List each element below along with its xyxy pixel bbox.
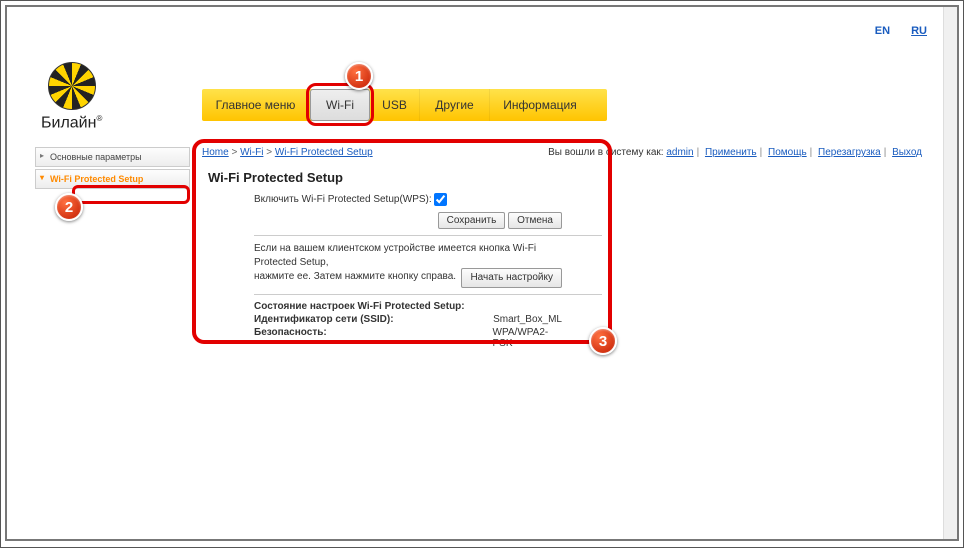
start-setup-button[interactable]: Начать настройку (461, 268, 562, 288)
breadcrumb: Home > Wi-Fi > Wi-Fi Protected Setup (202, 147, 373, 158)
beeline-logo-icon (48, 62, 96, 110)
lang-en-link[interactable]: EN (875, 25, 890, 37)
help-link[interactable]: Помощь (768, 147, 807, 158)
sidebar-wps[interactable]: Wi-Fi Protected Setup (35, 169, 190, 189)
note-line1: Если на вашем клиентском устройстве имее… (254, 243, 536, 268)
sidebar-basic-params[interactable]: Основные параметры (35, 147, 190, 167)
nav-wifi[interactable]: Wi-Fi (310, 89, 370, 121)
sidebar: Основные параметры Wi-Fi Protected Setup (35, 147, 190, 191)
status-heading: Состояние настроек Wi-Fi Protected Setup… (254, 301, 514, 312)
security-label: Безопасность: (254, 327, 493, 349)
crumb-wps[interactable]: Wi-Fi Protected Setup (275, 147, 373, 158)
content-panel: Home > Wi-Fi > Wi-Fi Protected Setup Вы … (202, 147, 922, 351)
language-switcher: EN RU (857, 25, 927, 37)
ssid-value: Smart_Box_ML (493, 314, 562, 325)
marker-3: 3 (589, 327, 617, 355)
save-button[interactable]: Сохранить (438, 212, 506, 229)
status-block: Состояние настроек Wi-Fi Protected Setup… (254, 301, 562, 349)
ssid-label: Идентификатор сети (SSID): (254, 314, 493, 325)
user-bar: Вы вошли в систему как: admin| Применить… (548, 147, 922, 158)
enable-wps-checkbox[interactable] (434, 193, 447, 206)
apply-link[interactable]: Применить (705, 147, 757, 158)
crumb-home[interactable]: Home (202, 147, 229, 158)
logout-link[interactable]: Выход (892, 147, 922, 158)
lang-ru-link[interactable]: RU (911, 25, 927, 37)
scrollbar[interactable] (943, 7, 957, 539)
nav-info[interactable]: Информация (490, 89, 590, 121)
logged-as-label: Вы вошли в систему как: (548, 147, 663, 158)
security-value: WPA/WPA2-PSK (493, 327, 563, 349)
page-title: Wi-Fi Protected Setup (202, 164, 922, 193)
reboot-link[interactable]: Перезагрузка (818, 147, 881, 158)
divider (254, 294, 602, 295)
divider (254, 235, 602, 236)
note-line2: нажмите ее. Затем нажмите кнопку справа. (254, 271, 456, 282)
crumb-wifi[interactable]: Wi-Fi (240, 147, 263, 158)
user-admin-link[interactable]: admin (666, 147, 693, 158)
marker-2: 2 (55, 193, 83, 221)
nav-usb[interactable]: USB (370, 89, 420, 121)
cancel-button[interactable]: Отмена (508, 212, 562, 229)
main-nav: Главное меню Wi-Fi USB Другие Информация (202, 89, 607, 121)
enable-wps-label: Включить Wi-Fi Protected Setup(WPS): (254, 194, 434, 205)
nav-other[interactable]: Другие (420, 89, 490, 121)
marker-1: 1 (345, 62, 373, 90)
logo: Билайн® (41, 62, 102, 132)
logo-text: Билайн® (41, 114, 102, 132)
nav-main[interactable]: Главное меню (202, 89, 310, 121)
